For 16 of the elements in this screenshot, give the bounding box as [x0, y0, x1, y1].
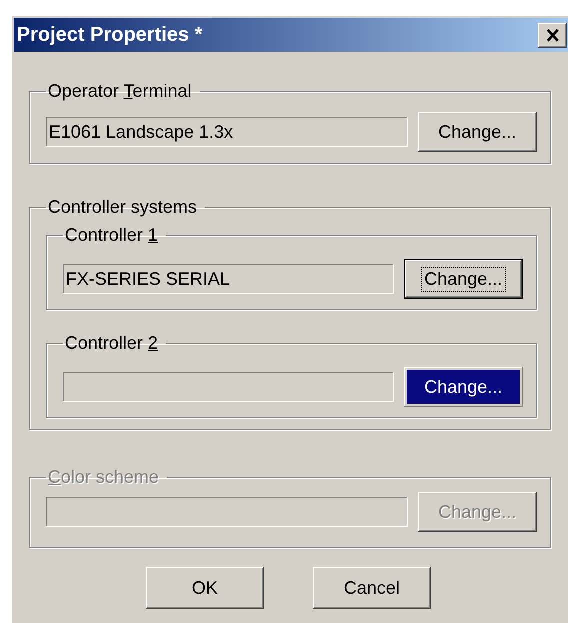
group-title: Operator Terminal [47, 80, 193, 102]
group-title: Controller 1 [64, 224, 160, 246]
group-title: Controller systems [47, 196, 198, 218]
group-title: Controller 2 [64, 332, 160, 354]
text-field[interactable]: FX-SERIES SERIAL [63, 264, 394, 294]
text-field[interactable] [63, 372, 394, 402]
change-button[interactable]: Change... [404, 367, 523, 407]
cancel-button[interactable]: Cancel [313, 567, 431, 609]
text-field[interactable]: E1061 Landscape 1.3x [46, 117, 408, 147]
change-button[interactable]: Change... [418, 112, 537, 152]
close-button[interactable] [538, 22, 567, 48]
window-title: Project Properties * [17, 24, 203, 46]
ok-button[interactable]: OK [146, 567, 264, 609]
close-icon [546, 28, 560, 42]
group-title: Color scheme [47, 466, 160, 488]
change-button[interactable]: Change... [404, 259, 523, 299]
